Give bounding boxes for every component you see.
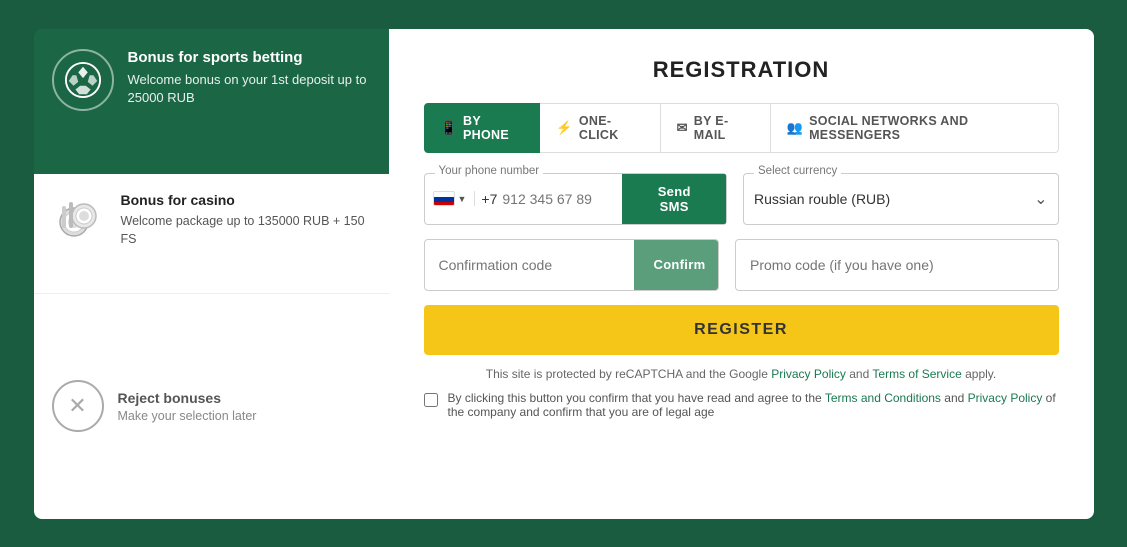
send-sms-button[interactable]: Send SMS	[622, 174, 726, 224]
registration-tabs: 📱 BY PHONE ⚡ ONE-CLICK ✉ BY E-MAIL 👥 SOC…	[424, 103, 1059, 153]
captcha-and: and	[849, 367, 869, 381]
phone-input[interactable]	[502, 191, 622, 207]
casino-bonus-panel[interactable]: Bonus for casino Welcome package up to 1…	[34, 174, 389, 294]
phone-group: Your phone number ▼ +7 Send SMS	[424, 173, 728, 225]
reject-desc: Make your selection later	[118, 409, 257, 423]
captcha-apply: apply.	[965, 367, 996, 381]
reject-bonus-text: Reject bonuses Make your selection later	[118, 390, 257, 423]
terms-prefix: By clicking this button you confirm that…	[448, 391, 822, 405]
sidebar: Bonus for sports betting Welcome bonus o…	[34, 29, 389, 519]
sports-bonus-text: Bonus for sports betting Welcome bonus o…	[128, 49, 371, 107]
tab-by-phone-label: BY PHONE	[463, 114, 523, 142]
casino-bonus-text: Bonus for casino Welcome package up to 1…	[121, 192, 371, 248]
terms-and: and	[944, 391, 964, 405]
phone-tab-icon: 📱	[441, 120, 458, 136]
russia-flag	[433, 191, 455, 206]
reject-title: Reject bonuses	[118, 390, 257, 406]
soccer-ball-icon	[64, 61, 102, 99]
currency-label: Select currency	[754, 165, 841, 177]
currency-group: Select currency Russian rouble (RUB) USD…	[743, 173, 1059, 225]
captcha-privacy-link[interactable]: Privacy Policy	[771, 367, 846, 381]
promo-group	[735, 239, 1059, 291]
sports-bonus-panel[interactable]: Bonus for sports betting Welcome bonus o…	[34, 29, 389, 174]
terms-checkbox[interactable]	[424, 393, 438, 407]
sports-bonus-title: Bonus for sports betting	[128, 49, 371, 66]
terms-text: By clicking this button you confirm that…	[448, 391, 1059, 419]
terms-conditions-link[interactable]: Terms and Conditions	[825, 391, 941, 405]
sports-icon	[52, 49, 114, 111]
registration-title: REGISTRATION	[424, 57, 1059, 83]
tab-by-email-label: BY E-MAIL	[694, 114, 754, 142]
confirmation-input[interactable]	[425, 257, 634, 273]
reject-bonus-panel[interactable]: ✕ Reject bonuses Make your selection lat…	[34, 294, 389, 519]
tab-by-phone[interactable]: 📱 BY PHONE	[424, 103, 541, 153]
tab-by-email[interactable]: ✉ BY E-MAIL	[660, 103, 771, 153]
tab-social-label: SOCIAL NETWORKS AND MESSENGERS	[809, 114, 1041, 142]
sports-bonus-desc: Welcome bonus on your 1st deposit up to …	[128, 71, 371, 107]
phone-label: Your phone number	[435, 165, 544, 177]
email-tab-icon: ✉	[677, 120, 688, 136]
casino-bonus-desc: Welcome package up to 135000 RUB + 150 F…	[121, 212, 371, 248]
casino-icon	[52, 192, 107, 247]
tab-one-click-label: ONE-CLICK	[579, 114, 644, 142]
currency-select[interactable]: Russian rouble (RUB) USD EUR	[754, 191, 1034, 207]
casino-bonus-title: Bonus for casino	[121, 192, 371, 208]
currency-arrow-icon: ⌄	[1034, 189, 1047, 209]
social-tab-icon: 👥	[787, 120, 804, 136]
captcha-tos-link[interactable]: Terms of Service	[872, 367, 961, 381]
form-row-2: Confirm	[424, 239, 1059, 291]
tab-one-click[interactable]: ⚡ ONE-CLICK	[539, 103, 660, 153]
phone-prefix: +7	[481, 191, 497, 207]
confirm-button[interactable]: Confirm	[634, 240, 720, 290]
terms-privacy-link[interactable]: Privacy Policy	[968, 391, 1043, 405]
captcha-text: This site is protected by reCAPTCHA and …	[486, 367, 768, 381]
reject-icon: ✕	[52, 380, 104, 432]
confirmation-group: Confirm	[424, 239, 720, 291]
terms-row: By clicking this button you confirm that…	[424, 391, 1059, 419]
promo-input[interactable]	[750, 257, 1044, 273]
main-container: Bonus for sports betting Welcome bonus o…	[34, 29, 1094, 519]
captcha-notice: This site is protected by reCAPTCHA and …	[424, 367, 1059, 381]
tab-social[interactable]: 👥 SOCIAL NETWORKS AND MESSENGERS	[770, 103, 1059, 153]
form-row-1: Your phone number ▼ +7 Send SMS Select c…	[424, 173, 1059, 225]
flag-selector[interactable]: ▼	[433, 191, 476, 206]
flag-chevron-icon: ▼	[458, 194, 467, 204]
registration-panel: REGISTRATION 📱 BY PHONE ⚡ ONE-CLICK ✉ BY…	[389, 29, 1094, 519]
register-button[interactable]: REGISTER	[424, 305, 1059, 355]
oneclick-tab-icon: ⚡	[556, 120, 573, 136]
casino-chips-icon	[54, 194, 104, 244]
